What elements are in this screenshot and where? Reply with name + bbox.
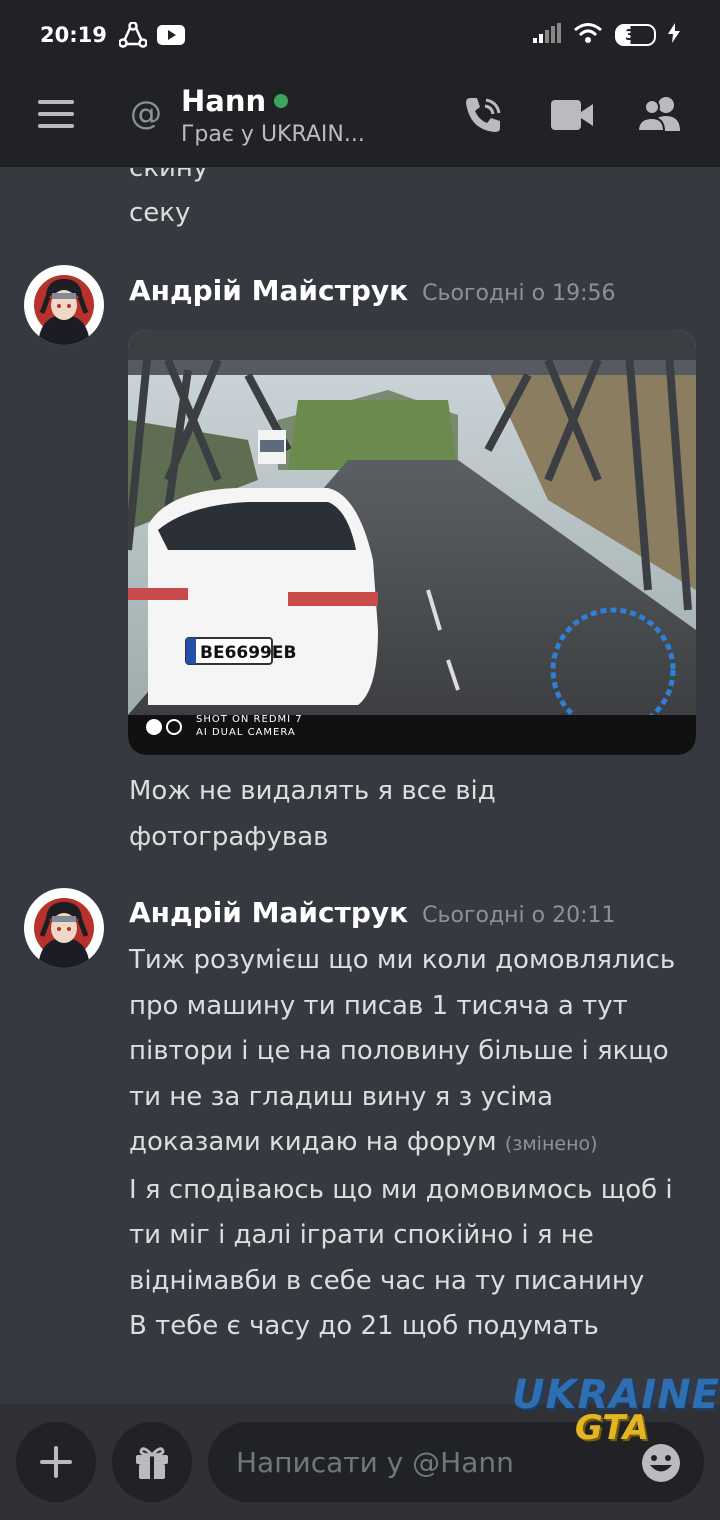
add-attachment-button[interactable] <box>16 1422 96 1502</box>
message-line: скину <box>129 168 209 183</box>
plus-icon <box>40 1446 72 1478</box>
message-timestamp: Сьогодні о 19:56 <box>422 281 616 306</box>
online-status-icon <box>274 94 289 108</box>
charging-icon <box>668 23 680 47</box>
camera-caption-line: AI DUAL CAMERA <box>196 727 296 738</box>
message-line: доказами кидаю на форум <box>129 1127 497 1157</box>
camera-watermark: SHOT ON REDMI 7 AI DUAL CAMERA <box>196 713 303 739</box>
message-line: фотографував <box>129 821 329 852</box>
message-composer <box>0 1404 720 1520</box>
wifi-icon <box>573 22 603 48</box>
message-line-edited: доказами кидаю на форум (змінено) <box>129 1120 704 1168</box>
message-line: секу <box>129 198 191 228</box>
license-plate-text: BE6699EB <box>200 643 296 663</box>
at-icon: @ <box>130 94 162 132</box>
battery-indicator: 37 <box>615 24 656 46</box>
video-call-icon[interactable] <box>551 100 593 134</box>
camera-watermark-dots <box>146 719 182 735</box>
camera-caption-line: SHOT ON REDMI 7 <box>196 714 303 725</box>
message-line: Мож не видалять я все від <box>129 776 496 806</box>
members-icon[interactable] <box>636 96 682 136</box>
message-line: півтори і це на половину більше і якщо <box>129 1036 669 1066</box>
dm-activity: Грає у UKRAIN... <box>181 122 365 147</box>
image-attachment[interactable]: BE6699EB SHOT ON REDMI 7 AI DUAL CAMERA <box>128 330 696 755</box>
youtube-icon <box>156 25 185 45</box>
message-line: віднімавби в себе час на ту писанину <box>129 1265 645 1296</box>
status-time: 20:19 <box>40 23 107 47</box>
voice-call-icon[interactable] <box>462 94 504 140</box>
menu-bar <box>38 112 74 116</box>
dm-username: Hann <box>181 84 267 118</box>
gift-button[interactable] <box>112 1422 192 1502</box>
message-line: Тиж розумієш що ми коли домовлялись <box>129 945 676 975</box>
message-content: Мож не видалять я все від фотографував <box>129 769 704 860</box>
menu-bar <box>38 100 74 104</box>
channel-header: @ Hann Грає у UKRAIN... <box>0 70 720 167</box>
avatar[interactable] <box>24 888 104 968</box>
author-name: Андрій Майструк <box>129 274 409 307</box>
edited-label: (змінено) <box>504 1133 598 1155</box>
message-input[interactable] <box>208 1422 704 1502</box>
sync-icon <box>118 22 147 48</box>
dm-title: Hann <box>181 84 365 118</box>
message-author[interactable]: Андрій Майструк Сьогодні о 19:56 <box>129 274 616 307</box>
message-line: ти не за гладиш вину я з усіма <box>129 1081 554 1112</box>
message-line: про машину ти писав 1 тисяча а тут <box>129 990 628 1021</box>
dm-title-block[interactable]: Hann Грає у UKRAIN... <box>181 84 365 147</box>
message-line: І я сподіваюсь що ми домовимось щоб і <box>129 1174 673 1205</box>
message-line: ти міг і далі іграти спокійно і я не <box>129 1220 594 1250</box>
signal-icon <box>533 23 562 47</box>
avatar[interactable] <box>24 265 104 345</box>
message-author[interactable]: Андрій Майструк Сьогодні о 20:11 <box>129 896 616 929</box>
message-content: Тиж розумієш що ми коли домовлялись про … <box>129 938 704 1350</box>
status-bar: 20:19 37 <box>0 0 720 70</box>
message-line: В тебе є часу до 21 щоб подумать <box>129 1311 599 1341</box>
menu-button[interactable] <box>38 100 74 128</box>
menu-bar <box>38 124 74 128</box>
message-list[interactable]: скину секу Андрій Майструк Сьогодні о 19:… <box>0 168 720 1403</box>
message-timestamp: Сьогодні о 20:11 <box>422 903 616 928</box>
gift-icon <box>136 1447 168 1479</box>
emoji-icon[interactable] <box>640 1442 682 1484</box>
author-name: Андрій Майструк <box>129 896 409 929</box>
